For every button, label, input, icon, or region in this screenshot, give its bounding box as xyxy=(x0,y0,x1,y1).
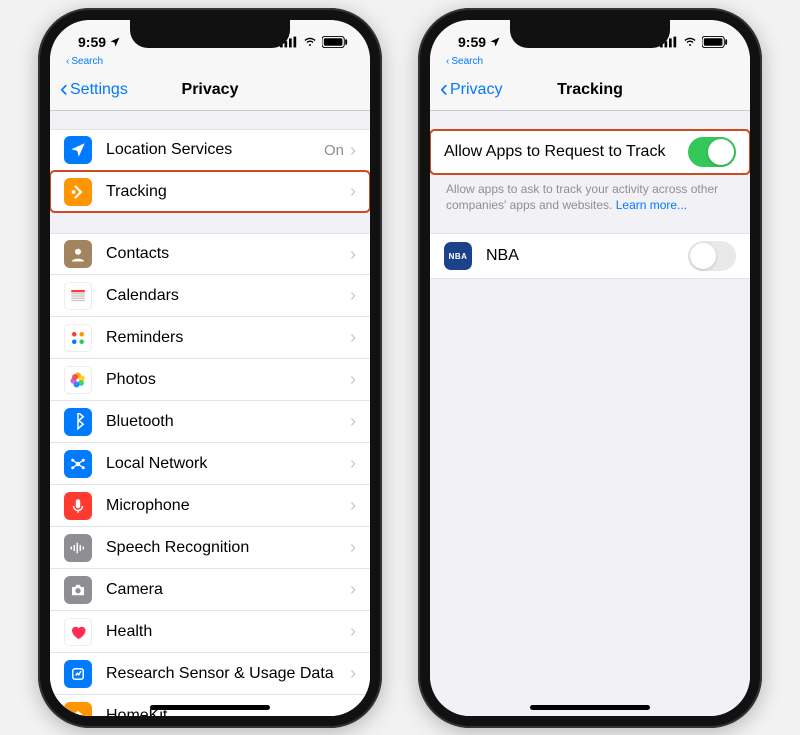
page-title: Privacy xyxy=(182,81,239,99)
research-icon xyxy=(64,660,92,688)
list-item-label: Local Network xyxy=(106,455,350,473)
speech-icon xyxy=(64,534,92,562)
list-item-label: Calendars xyxy=(106,287,350,305)
breadcrumb-search[interactable]: ‹ Search xyxy=(430,56,750,69)
list-item[interactable]: Local Network› xyxy=(50,443,370,485)
chevron-right-icon: › xyxy=(350,453,356,474)
allow-tracking-label: Allow Apps to Request to Track xyxy=(444,143,688,161)
content-privacy[interactable]: Location ServicesOn›Tracking› Contacts›C… xyxy=(50,111,370,716)
bluetooth-icon xyxy=(64,408,92,436)
list-item[interactable]: Research Sensor & Usage Data› xyxy=(50,653,370,695)
notch xyxy=(510,20,670,48)
list-item[interactable]: Tracking› xyxy=(50,171,370,213)
location-arrow-icon xyxy=(489,36,501,48)
list-item[interactable]: Camera› xyxy=(50,569,370,611)
list-item-label: Health xyxy=(106,623,350,641)
chevron-left-icon: ‹ xyxy=(66,56,69,67)
learn-more-link[interactable]: Learn more... xyxy=(616,198,687,212)
contacts-icon xyxy=(64,240,92,268)
list-item[interactable]: Calendars› xyxy=(50,275,370,317)
chevron-right-icon: › xyxy=(350,369,356,390)
notch xyxy=(130,20,290,48)
chevron-left-icon: ‹ xyxy=(60,82,68,96)
list-item[interactable]: Microphone› xyxy=(50,485,370,527)
phone-tracking: 9:59 ‹ Search ‹ Privacy Tracking All xyxy=(418,8,762,728)
list-item-label: Research Sensor & Usage Data xyxy=(106,665,350,683)
list-item-value: On xyxy=(324,142,344,159)
app-tracking-row[interactable]: NBA NBA xyxy=(430,233,750,279)
list-item[interactable]: Reminders› xyxy=(50,317,370,359)
status-time: 9:59 xyxy=(458,34,486,50)
wifi-icon xyxy=(682,36,698,48)
phone-privacy: 9:59 ‹ Search ‹ Settings Privacy Locatio… xyxy=(38,8,382,728)
home-icon xyxy=(64,702,92,717)
reminders-icon xyxy=(64,324,92,352)
list-item-label: Contacts xyxy=(106,245,350,263)
back-button[interactable]: ‹ Settings xyxy=(60,81,128,99)
wifi-icon xyxy=(302,36,318,48)
back-label: Privacy xyxy=(450,81,502,99)
nav-bar: ‹ Settings Privacy xyxy=(50,69,370,111)
list-item[interactable]: Health› xyxy=(50,611,370,653)
photos-icon xyxy=(64,366,92,394)
allow-tracking-row[interactable]: Allow Apps to Request to Track xyxy=(430,129,750,175)
camera-icon xyxy=(64,576,92,604)
home-indicator[interactable] xyxy=(150,705,270,710)
chevron-right-icon: › xyxy=(350,579,356,600)
chevron-right-icon: › xyxy=(350,621,356,642)
calendar-icon xyxy=(64,282,92,310)
chevron-right-icon: › xyxy=(350,663,356,684)
app-label: NBA xyxy=(486,247,688,265)
screen-privacy: 9:59 ‹ Search ‹ Settings Privacy Locatio… xyxy=(50,20,370,716)
list-item-label: Speech Recognition xyxy=(106,539,350,557)
tracking-icon xyxy=(64,178,92,206)
chevron-left-icon: ‹ xyxy=(440,82,448,96)
list-item-label: Bluetooth xyxy=(106,413,350,431)
chevron-right-icon: › xyxy=(350,244,356,265)
breadcrumb-search-label: Search xyxy=(71,56,103,67)
battery-icon xyxy=(322,36,348,48)
location-icon xyxy=(64,136,92,164)
list-item[interactable]: Photos› xyxy=(50,359,370,401)
breadcrumb-search[interactable]: ‹ Search xyxy=(50,56,370,69)
list-item-label: Reminders xyxy=(106,329,350,347)
chevron-right-icon: › xyxy=(350,495,356,516)
list-item[interactable]: Contacts› xyxy=(50,233,370,275)
list-item-label: Location Services xyxy=(106,141,324,159)
list-item-label: Tracking xyxy=(106,183,350,201)
list-item-label: Photos xyxy=(106,371,350,389)
content-tracking[interactable]: Allow Apps to Request to Track Allow app… xyxy=(430,111,750,716)
health-icon xyxy=(64,618,92,646)
chevron-right-icon: › xyxy=(350,705,356,716)
chevron-right-icon: › xyxy=(350,327,356,348)
list-item[interactable]: Bluetooth› xyxy=(50,401,370,443)
tracking-footer: Allow apps to ask to track your activity… xyxy=(430,175,750,213)
location-arrow-icon xyxy=(109,36,121,48)
list-item[interactable]: Location ServicesOn › xyxy=(50,129,370,171)
status-time: 9:59 xyxy=(78,34,106,50)
breadcrumb-search-label: Search xyxy=(451,56,483,67)
list-item[interactable]: Speech Recognition› xyxy=(50,527,370,569)
list-item-label: Microphone xyxy=(106,497,350,515)
chevron-right-icon: › xyxy=(350,537,356,558)
app-tracking-toggle[interactable] xyxy=(688,241,736,271)
chevron-right-icon: › xyxy=(350,285,356,306)
screen-tracking: 9:59 ‹ Search ‹ Privacy Tracking All xyxy=(430,20,750,716)
back-button[interactable]: ‹ Privacy xyxy=(440,81,502,99)
allow-tracking-toggle[interactable] xyxy=(688,137,736,167)
chevron-left-icon: ‹ xyxy=(446,56,449,67)
nav-bar: ‹ Privacy Tracking xyxy=(430,69,750,111)
mic-icon xyxy=(64,492,92,520)
chevron-right-icon: › xyxy=(350,411,356,432)
back-label: Settings xyxy=(70,81,128,99)
list-item-label: Camera xyxy=(106,581,350,599)
app-icon: NBA xyxy=(444,242,472,270)
chevron-right-icon: › xyxy=(350,181,356,202)
chevron-right-icon: › xyxy=(350,140,356,161)
page-title: Tracking xyxy=(557,81,623,99)
network-icon xyxy=(64,450,92,478)
battery-icon xyxy=(702,36,728,48)
home-indicator[interactable] xyxy=(530,705,650,710)
